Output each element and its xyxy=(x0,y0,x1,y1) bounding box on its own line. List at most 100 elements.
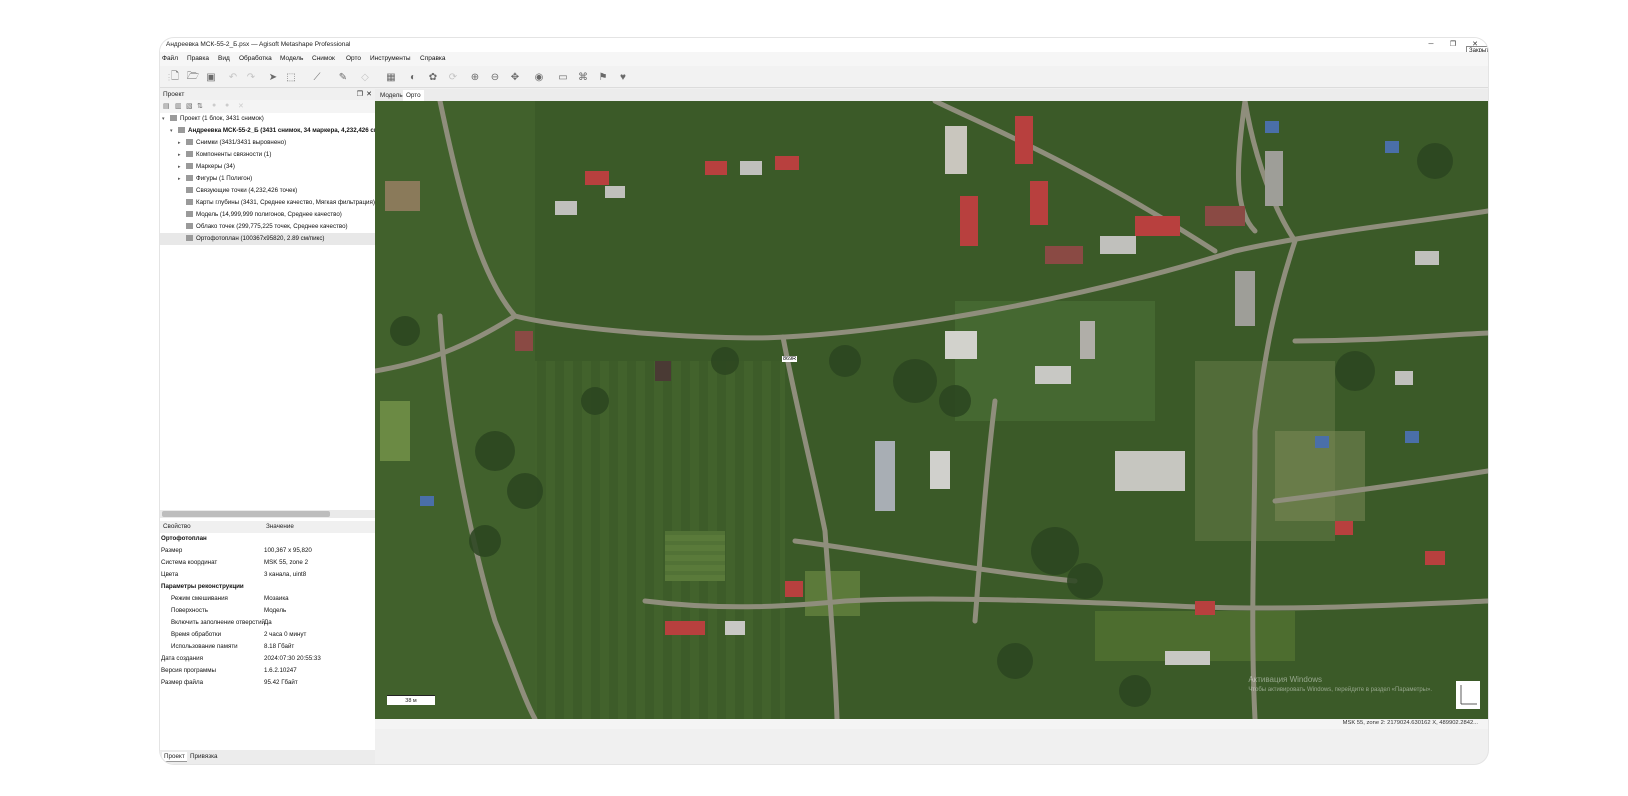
collapsed-arrow-icon[interactable]: ▸ xyxy=(178,161,186,173)
tree-item[interactable]: ▸ Фигуры (1 Полигон) xyxy=(160,173,375,185)
ortho-view[interactable]: 869R 38 м Активация Windows Чтобы активи… xyxy=(375,101,1488,719)
minimize-icon[interactable]: ─ xyxy=(1420,38,1442,52)
image-icon[interactable]: ▭ xyxy=(556,70,570,84)
globe-icon[interactable]: ◉ xyxy=(532,70,546,84)
tab-reference[interactable]: Привязка xyxy=(188,752,220,761)
move-icon[interactable]: ✥ xyxy=(508,70,522,84)
remove-icon[interactable]: ✕ xyxy=(238,102,244,110)
enable-icon[interactable]: ● xyxy=(212,102,216,109)
column-value[interactable]: Значение xyxy=(266,521,294,533)
project-panel-title: Проект xyxy=(163,91,185,98)
expanded-arrow-icon[interactable]: ▾ xyxy=(170,125,178,137)
save-icon[interactable]: ▣ xyxy=(204,70,218,84)
collapsed-arrow-icon[interactable]: ▸ xyxy=(178,173,186,185)
tree-item[interactable]: Модель (14,999,999 полигонов, Среднее ка… xyxy=(160,209,375,221)
property-row[interactable]: Размер 100,367 x 95,820 xyxy=(160,545,375,557)
menu-file[interactable]: Файл xyxy=(162,55,178,62)
property-row[interactable]: Ортофотоплан xyxy=(160,533,375,545)
heart-icon[interactable]: ♥ xyxy=(616,70,630,84)
shape-icon[interactable]: ◇ xyxy=(358,70,372,84)
tree-item-icon xyxy=(186,151,193,158)
collapsed-arrow-icon[interactable]: ▸ xyxy=(178,137,186,149)
menu-photo[interactable]: Снимок xyxy=(312,55,335,62)
restore-icon[interactable]: ❐ xyxy=(1442,38,1464,52)
float-panel-icon[interactable]: ❐ xyxy=(357,89,363,100)
scrollbar-thumb[interactable] xyxy=(162,511,330,517)
property-row[interactable]: Система координат MSK 55, zone 2 xyxy=(160,557,375,569)
property-row[interactable]: Использование памяти 8.18 Гбайт xyxy=(160,641,375,653)
menu-view[interactable]: Вид xyxy=(218,55,230,62)
property-row[interactable]: Дата создания 2024:07:30 20:55:33 xyxy=(160,653,375,665)
menu-model[interactable]: Модель xyxy=(280,55,303,62)
tree-item[interactable]: Облако точек (299,775,225 точек, Среднее… xyxy=(160,221,375,233)
property-row[interactable]: Версия программы 1.6.2.10247 xyxy=(160,665,375,677)
property-value: MSK 55, zone 2 xyxy=(264,559,309,566)
tab-project[interactable]: Проект xyxy=(162,752,187,762)
refresh-icon[interactable]: ⟳ xyxy=(446,70,460,84)
property-row[interactable]: Цвета 3 канала, uint8 xyxy=(160,569,375,581)
property-row[interactable]: Параметры реконструкции xyxy=(160,581,375,593)
draw-polyline-icon[interactable]: ⟋ xyxy=(310,70,324,84)
tree-item[interactable]: ▸ Компоненты связности (1) xyxy=(160,149,375,161)
property-row[interactable]: Поверхность Модель xyxy=(160,605,375,617)
add-chunk-icon[interactable]: ▤ xyxy=(163,102,170,110)
orthophoto-image[interactable] xyxy=(375,101,1488,719)
collapsed-arrow-icon[interactable]: ▸ xyxy=(178,149,186,161)
close-panel-icon[interactable]: ✕ xyxy=(366,89,372,100)
new-icon[interactable]: 🗋 xyxy=(168,70,182,84)
tree-item-label: Связующие точки (4,232,426 точек) xyxy=(196,187,298,194)
add-photos-icon[interactable]: ▥ xyxy=(175,102,182,110)
property-row[interactable]: Включить заполнение отверстий Да xyxy=(160,617,375,629)
tree-item[interactable]: ▾ Проект (1 блок, 3431 снимок) xyxy=(160,113,375,125)
tree-item-icon xyxy=(186,139,193,146)
column-property[interactable]: Свойство xyxy=(163,521,191,533)
property-key: Режим смешивания xyxy=(171,595,228,602)
menu-workflow[interactable]: Обработка xyxy=(239,55,272,62)
redo-icon[interactable]: ↷ xyxy=(244,70,258,84)
shading-icon[interactable]: ◐ xyxy=(406,70,420,84)
open-icon[interactable]: 🗁 xyxy=(186,70,200,84)
zoom-out-icon[interactable]: ⊖ xyxy=(488,70,502,84)
marker-label[interactable]: 869R xyxy=(782,356,798,362)
navigate-icon[interactable]: ➤ xyxy=(266,70,280,84)
tree-item-icon xyxy=(186,175,193,182)
property-row[interactable]: Время обработки 2 часа 0 минут xyxy=(160,629,375,641)
tree-item[interactable]: Ортофотоплан (100367x95820, 2.89 см/пикс… xyxy=(160,233,375,245)
disable-icon[interactable]: ● xyxy=(225,102,229,109)
zoom-in-icon[interactable]: ⊕ xyxy=(468,70,482,84)
tree-item[interactable]: ▸ Маркеры (34) xyxy=(160,161,375,173)
tab-model[interactable]: Модель xyxy=(377,90,406,101)
tab-ortho[interactable]: Орто xyxy=(403,90,424,101)
ruler-icon[interactable]: ✎ xyxy=(336,70,350,84)
menu-tools[interactable]: Инструменты xyxy=(370,55,411,62)
tree-item-icon xyxy=(178,127,185,134)
tree-item[interactable]: Карты глубины (3431, Среднее качество, М… xyxy=(160,197,375,209)
menu-ortho[interactable]: Орто xyxy=(346,55,361,62)
property-row[interactable]: Режим смешивания Мозаика xyxy=(160,593,375,605)
property-row[interactable]: Размер файла 95.42 Гбайт xyxy=(160,677,375,689)
sort-icon[interactable]: ⇅ xyxy=(197,102,203,110)
undo-icon[interactable]: ↶ xyxy=(226,70,240,84)
tree-item[interactable]: Связующие точки (4,232,426 точек) xyxy=(160,185,375,197)
select-rect-icon[interactable]: ⬚ xyxy=(284,70,298,84)
menu-edit[interactable]: Правка xyxy=(187,55,209,62)
ortho-icon[interactable]: ▦ xyxy=(384,70,398,84)
expanded-arrow-icon[interactable]: ▾ xyxy=(162,113,170,125)
tree-item-label: Ортофотоплан (100367x95820, 2.89 см/пикс… xyxy=(196,235,325,242)
scale-bar: 38 м xyxy=(387,695,435,705)
menu-help[interactable]: Справка xyxy=(420,55,446,62)
property-key: Цвета xyxy=(161,571,179,578)
tree-item-label: Модель (14,999,999 полигонов, Среднее ка… xyxy=(196,211,342,218)
camera-icon[interactable]: ⌘ xyxy=(576,70,590,84)
tree-item-icon xyxy=(186,199,193,206)
palette-icon[interactable]: ✿ xyxy=(426,70,440,84)
property-value: 1.6.2.10247 xyxy=(264,667,297,674)
tree-item[interactable]: ▾ Андреевка МСК-55-2_Б (3431 снимок, 34 м… xyxy=(160,125,375,137)
property-value: Модель xyxy=(264,607,287,614)
horizontal-scrollbar[interactable] xyxy=(160,510,375,518)
tree-item-label: Андреевка МСК-55-2_Б (3431 снимок, 34 ма… xyxy=(188,127,375,134)
tree-item-label: Проект (1 блок, 3431 снимок) xyxy=(180,115,264,122)
add-folder-icon[interactable]: ▧ xyxy=(186,102,193,110)
flag-icon[interactable]: ⚑ xyxy=(596,70,610,84)
tree-item[interactable]: ▸ Снимки (3431/3431 выровнено) xyxy=(160,137,375,149)
